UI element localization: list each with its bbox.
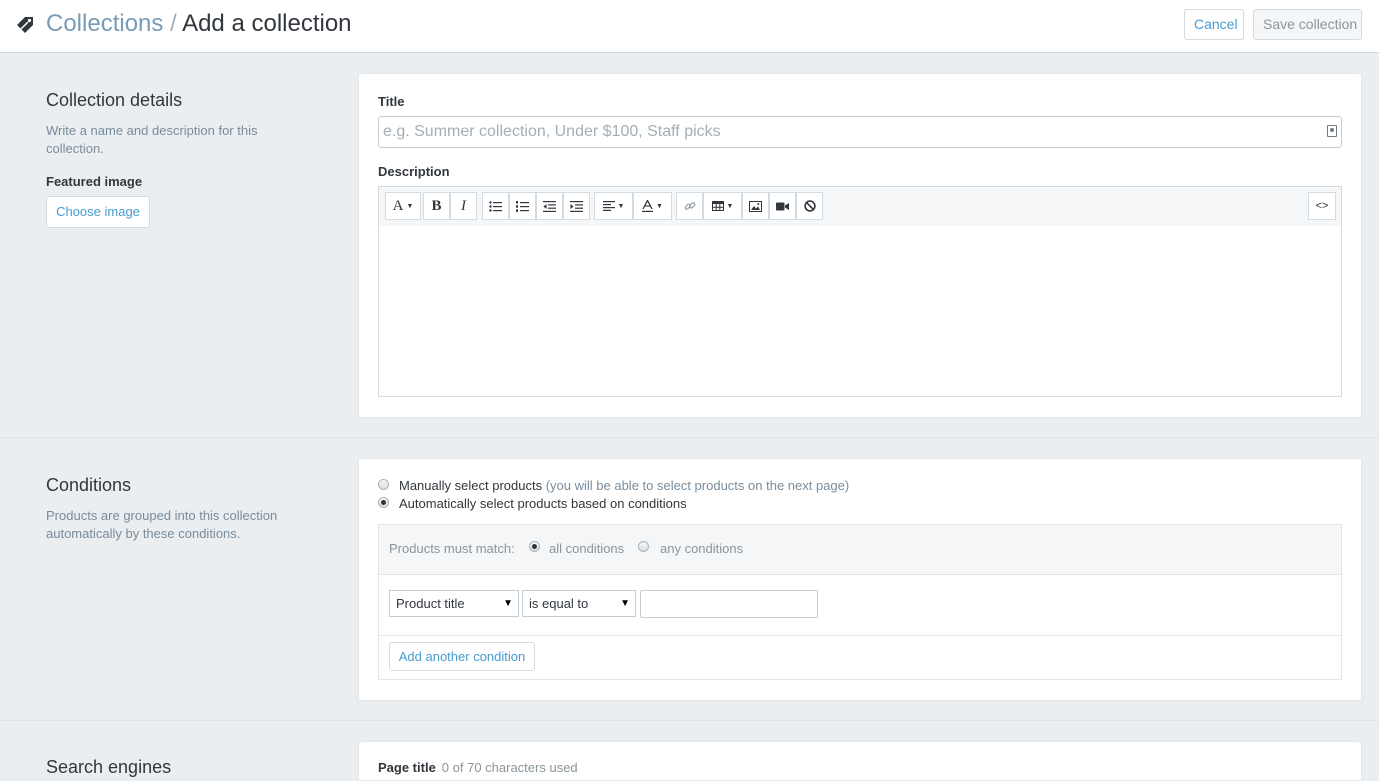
description-editor-body[interactable]	[379, 226, 1341, 396]
match-all-radio[interactable]	[529, 541, 540, 552]
choose-image-button[interactable]: Choose image	[46, 196, 150, 228]
insert-table-dropdown[interactable]: ▼	[703, 192, 742, 220]
page-title-field-label: Page title 0 of 70 characters used	[378, 760, 578, 775]
condition-field-select[interactable]: Product title ▼	[389, 590, 519, 617]
description-rich-text-editor: A ▼ B I ▼ ▼ ▼ <>	[378, 186, 1342, 397]
italic-button[interactable]: I	[450, 192, 477, 220]
manual-select-note: (you will be able to select products on …	[545, 478, 850, 493]
conditions-heading: Conditions	[46, 475, 132, 495]
breadcrumb: Collections / Add a collection	[46, 10, 352, 38]
table-icon	[711, 201, 724, 211]
dropdown-arrow-icon: ▼	[503, 598, 513, 609]
outdent-icon	[543, 200, 556, 212]
caret-down-icon: ▼	[406, 202, 414, 210]
page-title-char-count: 0 of 70 characters used	[441, 760, 578, 775]
section-divider	[0, 720, 1379, 721]
condition-field-value: Product title	[396, 596, 465, 611]
outdent-button[interactable]	[536, 192, 563, 220]
tag-icon	[17, 17, 33, 33]
search-engines-heading: Search engines	[46, 757, 172, 777]
numbered-list-icon	[516, 200, 529, 212]
video-camera-icon	[776, 202, 789, 210]
match-any-label[interactable]: any conditions	[660, 541, 743, 556]
breadcrumb-collections-link[interactable]: Collections	[46, 10, 163, 37]
font-style-dropdown[interactable]: A ▼	[385, 192, 421, 220]
clear-formatting-icon	[803, 200, 816, 212]
add-another-condition-button[interactable]: Add another condition	[389, 642, 535, 671]
breadcrumb-separator: /	[170, 10, 177, 37]
caret-down-icon: ▼	[726, 202, 734, 210]
bulleted-list-icon	[489, 200, 502, 212]
must-match-label: Products must match:	[389, 541, 515, 556]
caret-down-icon: ▼	[656, 202, 663, 210]
featured-image-label: Featured image	[46, 174, 143, 189]
autofill-contact-icon[interactable]	[1327, 125, 1337, 137]
top-bar: Collections / Add a collection Cancel Sa…	[0, 0, 1379, 53]
condition-operator-select[interactable]: is equal to ▼	[522, 590, 636, 617]
insert-video-button[interactable]	[769, 192, 796, 220]
match-options-bar: Products must match: all conditions any …	[379, 525, 1341, 575]
dropdown-arrow-icon: ▼	[620, 598, 630, 609]
insert-image-button[interactable]	[742, 192, 769, 220]
manual-select-text: Manually select products	[399, 478, 543, 493]
match-any-radio[interactable]	[638, 541, 649, 552]
page-title-label-text: Page title	[378, 760, 436, 775]
align-left-icon	[602, 201, 615, 211]
numbered-list-button[interactable]	[509, 192, 536, 220]
automatic-select-label[interactable]: Automatically select products based on c…	[399, 496, 687, 511]
indent-icon	[570, 200, 583, 212]
section-divider	[0, 437, 1379, 438]
page-title: Add a collection	[182, 10, 352, 37]
link-icon	[684, 202, 695, 210]
collection-details-description: Write a name and description for this co…	[46, 123, 258, 156]
bulleted-list-button[interactable]	[482, 192, 509, 220]
save-collection-button[interactable]: Save collection	[1253, 9, 1362, 40]
conditions-description: Products are grouped into this collectio…	[46, 508, 278, 541]
text-color-dropdown[interactable]: ▼	[633, 192, 672, 220]
cancel-button[interactable]: Cancel	[1184, 9, 1244, 40]
insert-link-button[interactable]	[676, 192, 703, 220]
caret-down-icon: ▼	[617, 202, 625, 210]
image-icon	[749, 200, 762, 212]
indent-button[interactable]	[563, 192, 590, 220]
bold-button[interactable]: B	[423, 192, 450, 220]
manual-select-label[interactable]: Manually select products (you will be ab…	[399, 478, 849, 493]
font-style-label: A	[392, 197, 404, 214]
match-all-label[interactable]: all conditions	[549, 541, 624, 556]
title-input[interactable]	[378, 116, 1342, 148]
title-field-label: Title	[378, 94, 405, 109]
manual-select-radio[interactable]	[378, 479, 389, 490]
condition-operator-value: is equal to	[529, 596, 589, 611]
description-field-label: Description	[378, 164, 450, 179]
text-color-icon	[642, 200, 654, 212]
alignment-dropdown[interactable]: ▼	[594, 192, 633, 220]
condition-value-input[interactable]	[640, 590, 818, 618]
editor-toolbar: A ▼ B I ▼ ▼ ▼ <>	[379, 187, 1341, 227]
collection-details-heading: Collection details	[46, 90, 183, 110]
automatic-select-radio[interactable]	[378, 497, 389, 508]
html-source-button[interactable]: <>	[1308, 192, 1336, 220]
clear-formatting-button[interactable]	[796, 192, 823, 220]
condition-row: Product title ▼ is equal to ▼	[379, 574, 1341, 636]
